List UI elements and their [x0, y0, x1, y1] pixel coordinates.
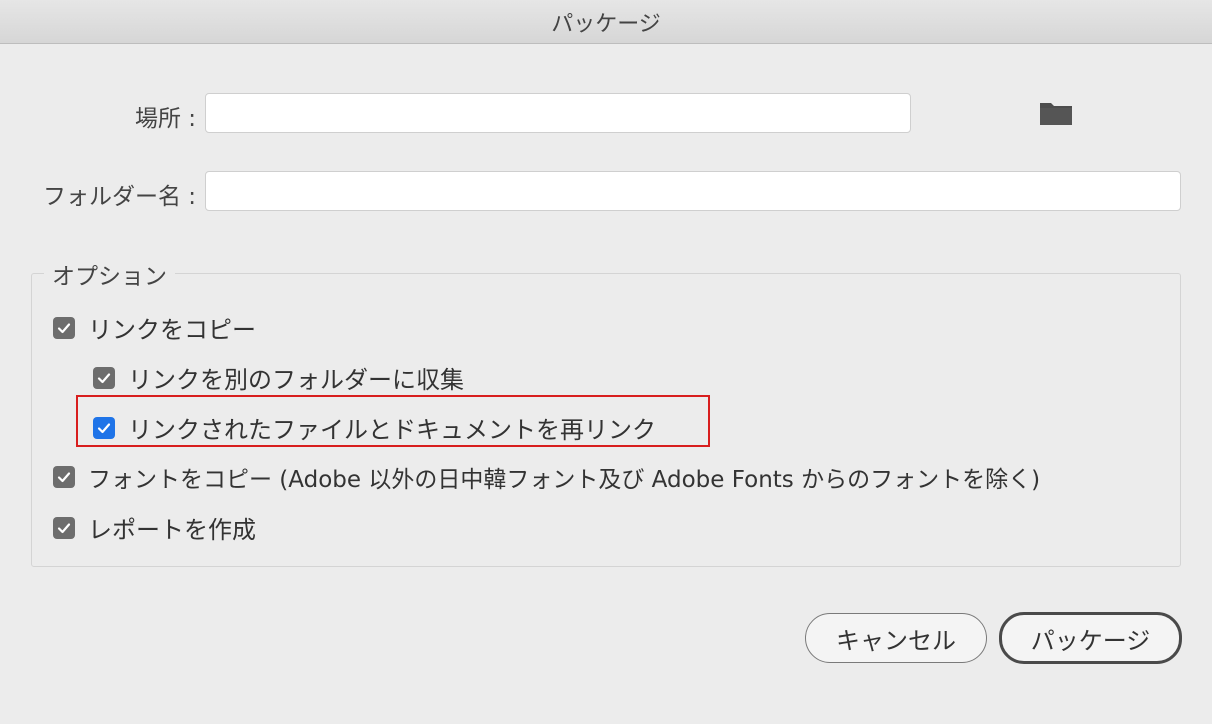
relink-checkbox[interactable]: [93, 416, 115, 439]
collect-links-label: リンクを別のフォルダーに収集: [128, 366, 464, 394]
cancel-button[interactable]: キャンセル: [805, 613, 987, 663]
checkmark-icon: [97, 422, 111, 433]
checkmark-icon: [57, 472, 71, 483]
copy-links-checkbox[interactable]: [53, 316, 75, 339]
browse-folder-button[interactable]: [1036, 97, 1076, 129]
create-report-checkbox-row[interactable]: レポートを作成: [53, 510, 256, 545]
package-dialog: パッケージ 場所 : フォルダー名 : オプション リンクをコピー リンクを別の…: [0, 0, 1212, 724]
copy-fonts-label: フォントをコピー (Adobe 以外の日中韓フォント及び Adobe Fonts…: [88, 467, 1041, 493]
copy-fonts-checkbox-row[interactable]: フォントをコピー (Adobe 以外の日中韓フォント及び Adobe Fonts…: [53, 460, 1040, 494]
checkmark-icon: [57, 322, 71, 333]
relink-checkbox-row[interactable]: リンクされたファイルとドキュメントを再リンク: [93, 410, 656, 445]
copy-links-checkbox-row[interactable]: リンクをコピー: [53, 310, 256, 345]
create-report-label: レポートを作成: [88, 516, 256, 544]
collect-links-checkbox-row[interactable]: リンクを別のフォルダーに収集: [93, 360, 464, 395]
checkmark-icon: [57, 522, 71, 533]
dialog-title: パッケージ: [551, 11, 661, 37]
collect-links-checkbox[interactable]: [93, 366, 115, 389]
dialog-titlebar: パッケージ: [0, 0, 1212, 44]
relink-label: リンクされたファイルとドキュメントを再リンク: [128, 416, 656, 444]
copy-fonts-checkbox[interactable]: [53, 466, 75, 488]
folder-icon: [1040, 103, 1072, 125]
copy-links-label: リンクをコピー: [88, 316, 256, 344]
package-button[interactable]: パッケージ: [999, 612, 1182, 664]
folder-name-label: フォルダー名 :: [42, 184, 196, 210]
options-group-title: オプション: [44, 257, 175, 291]
create-report-checkbox[interactable]: [53, 516, 75, 539]
location-input[interactable]: [205, 93, 911, 133]
checkmark-icon: [97, 372, 111, 383]
folder-name-input[interactable]: [205, 171, 1181, 211]
location-label: 場所 :: [134, 106, 196, 132]
